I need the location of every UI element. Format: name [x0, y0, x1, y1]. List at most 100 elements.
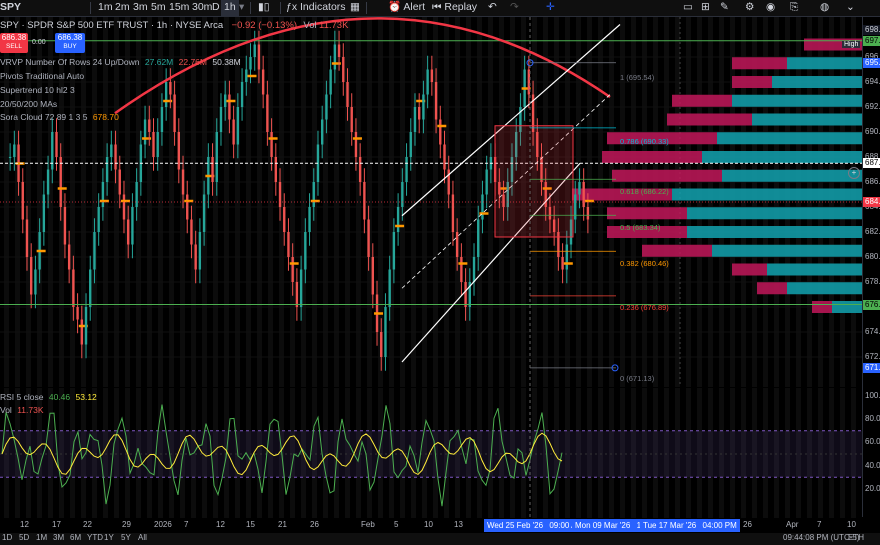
indicator-sora-legend[interactable]: Sora Cloud 72 89 1 3 5 678.70: [0, 112, 119, 123]
candle-body: [337, 44, 341, 57]
candle-body: [249, 57, 252, 70]
candle-body: [232, 119, 235, 145]
range-button-3m[interactable]: 3M: [53, 533, 64, 542]
more-icon[interactable]: ⌄: [846, 0, 855, 16]
pencil-icon[interactable]: ✎: [720, 0, 729, 16]
fib-level-0786-label: 0.786 (690.33): [620, 137, 669, 146]
rsi-canvas[interactable]: [0, 388, 862, 518]
buy-button[interactable]: 686.38 BUY: [55, 33, 85, 53]
alert-button[interactable]: ⏰ Alert: [388, 0, 425, 16]
range-button-5y[interactable]: 5Y: [121, 533, 131, 542]
price-axis-tag: 697.: [863, 35, 880, 46]
templates-icon[interactable]: ▦: [350, 0, 360, 16]
indicator-supertrend-legend[interactable]: Supertrend 10 hl2 3: [0, 85, 75, 96]
time-tick-label: 17: [52, 520, 61, 529]
candle-body: [396, 207, 400, 232]
crosshair-time-label: Wed 25 Feb '26 09:00 AM: [484, 519, 587, 532]
candle-body: [295, 282, 299, 307]
price-tick-label: 672.: [865, 352, 880, 361]
interval-dropdown-icon[interactable]: ▾: [239, 0, 244, 16]
replay-label: Replay: [444, 1, 478, 13]
save-icon[interactable]: ⎘: [790, 0, 798, 16]
indicator-pivots-legend[interactable]: Pivots Traditional Auto: [0, 71, 84, 82]
candle-body: [177, 132, 181, 170]
layout-icon[interactable]: ▭: [683, 0, 693, 16]
sell-price: 686.38: [1, 33, 27, 42]
candle-body: [257, 44, 261, 70]
indicator-mas-legend[interactable]: 20/50/200 MAs: [0, 99, 57, 110]
candle-body: [460, 257, 463, 282]
symbol-title: SPY · SPDR S&P 500 ETF TRUST · 1h · NYSE…: [0, 20, 224, 31]
interval-3m[interactable]: 3m: [133, 0, 148, 16]
range-button-all[interactable]: All: [138, 533, 147, 542]
time-axis[interactable]: 12 17 22 29 2026 7 12 15 21 26 Feb 5 10 13 26 Apr 7 10 We…: [0, 518, 862, 533]
symbol-search[interactable]: SPY: [0, 0, 21, 16]
add-level-icon[interactable]: +: [848, 167, 860, 179]
rsi-pane[interactable]: RSI 5 close 40.46 53.12 Vol 11.73K: [0, 388, 862, 518]
candle-body: [181, 169, 185, 195]
volume-profile-down-bar: [607, 207, 687, 220]
candle-body: [481, 194, 484, 220]
interval-15m[interactable]: 15m: [169, 0, 189, 16]
interval-2m[interactable]: 2m: [115, 0, 130, 16]
interval-30m[interactable]: 30m: [192, 0, 212, 16]
range-end-label: Tue 17 Mar '26 04:00 PM: [640, 519, 740, 532]
redo-icon[interactable]: ↷: [510, 0, 519, 16]
price-chart[interactable]: SPY · SPDR S&P 500 ETF TRUST · 1h · NYSE…: [0, 17, 862, 387]
interval-1h[interactable]: 1h: [221, 0, 239, 16]
rsi-legend[interactable]: RSI 5 close 40.46 53.12: [0, 392, 97, 403]
grid-layout-icon[interactable]: ⊞: [701, 0, 710, 16]
spread-value: 0.00: [32, 39, 46, 46]
vol-legend[interactable]: Vol 11.73K: [0, 405, 44, 416]
settings-icon[interactable]: ⚙: [745, 0, 754, 16]
interval-1m[interactable]: 1m: [98, 0, 113, 16]
time-tick-label: 26: [310, 520, 319, 529]
candle-body: [122, 194, 126, 220]
toolbar-divider: [90, 2, 91, 14]
sora-cloud-mark: [437, 124, 447, 128]
candle-body: [105, 157, 109, 182]
volume-profile-down-bar: [667, 113, 752, 126]
alert-icon: ⏰: [388, 1, 402, 13]
range-button-1m[interactable]: 1M: [36, 533, 47, 542]
candle-body: [164, 82, 168, 107]
session-toggle[interactable]: ETH: [848, 533, 864, 542]
candle-body: [304, 232, 307, 270]
indicator-vrvp-legend[interactable]: VRVP Number Of Rows 24 Up/Down 27.62M 22…: [0, 57, 241, 68]
range-button-1d[interactable]: 1D: [2, 533, 12, 542]
range-button-5d[interactable]: 5D: [19, 533, 29, 542]
sora-cloud-mark: [563, 262, 573, 265]
time-tick-label: 26: [743, 520, 752, 529]
account-icon[interactable]: ◍: [820, 0, 829, 16]
range-button-1y[interactable]: 1Y: [104, 533, 114, 542]
crosshair-icon[interactable]: ✛: [546, 0, 555, 16]
candle-body: [219, 107, 223, 132]
time-tick-label: 29: [122, 520, 131, 529]
price-tick-label: 682.: [865, 227, 880, 236]
candle-style-icon[interactable]: ▮▯: [258, 0, 270, 16]
interval-5m[interactable]: 5m: [151, 0, 166, 16]
sora-cloud-mark: [99, 199, 109, 203]
candle-body: [236, 107, 240, 145]
price-chart-canvas[interactable]: [0, 17, 862, 387]
candle-body: [148, 119, 151, 132]
volume-profile-down-bar: [732, 57, 787, 70]
indicators-button[interactable]: ƒx Indicators: [286, 0, 346, 16]
candle-body: [67, 244, 71, 270]
volume-profile-down-bar: [602, 151, 702, 163]
range-button-6m[interactable]: 6M: [70, 533, 81, 542]
time-tick-label: 7: [184, 520, 189, 529]
candle-body: [202, 194, 206, 232]
camera-icon[interactable]: ◉: [766, 0, 775, 16]
candle-body: [485, 169, 488, 195]
price-axis[interactable]: 696.694.692.690.688.686.684.682.680.678.…: [862, 17, 880, 517]
toolbar-divider: [280, 2, 281, 14]
replay-button[interactable]: ⏮ Replay: [432, 0, 477, 16]
undo-icon[interactable]: ↶: [488, 0, 497, 16]
candle-body: [198, 232, 202, 270]
candle-body: [291, 257, 294, 282]
candle-body: [426, 69, 429, 95]
interval-d[interactable]: D: [212, 0, 220, 16]
range-button-ytd[interactable]: YTD: [87, 533, 103, 542]
sell-button[interactable]: 686.38 SELL: [0, 33, 28, 53]
